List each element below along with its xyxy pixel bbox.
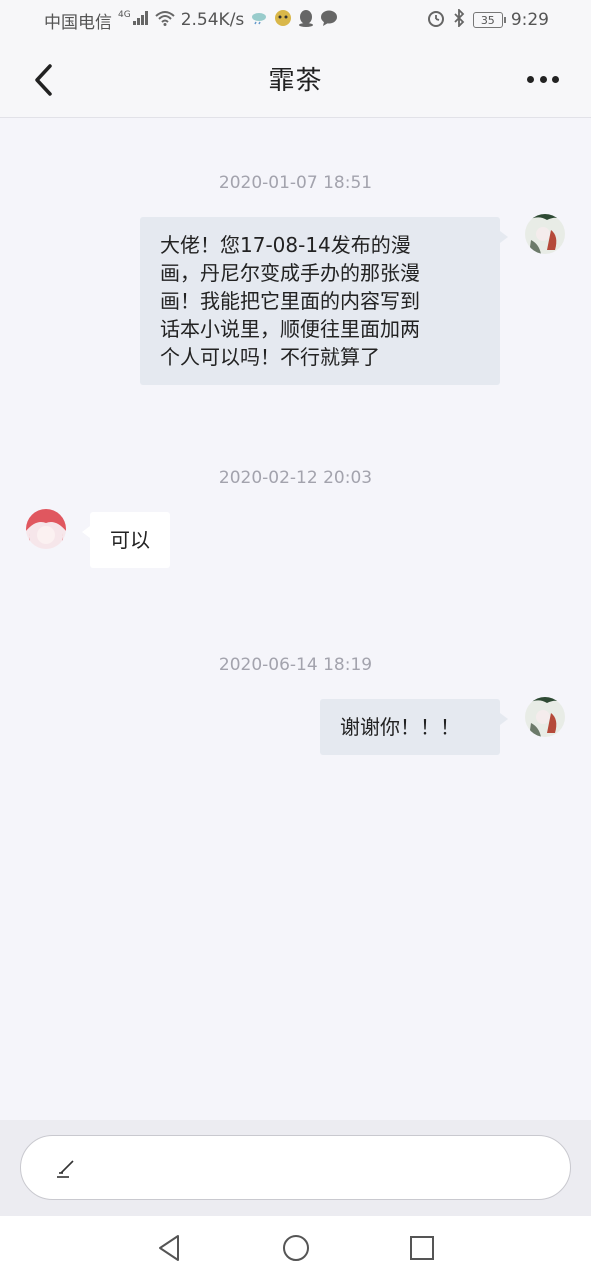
more-dot [552, 75, 559, 83]
weather-icon [250, 11, 268, 29]
battery-level: 35 [480, 13, 495, 27]
avatar-self[interactable] [525, 697, 565, 737]
system-back-button[interactable] [152, 1230, 188, 1266]
avatar-image [525, 214, 565, 254]
message-line: 画！我能把它里面的内容写到 [160, 289, 420, 313]
chat-screen: 中国电信 4G 2.54K/s 35 9:29 霏茶 2020-01-07 18… [0, 0, 591, 1280]
app-icon [274, 9, 292, 32]
bluetooth-icon [453, 7, 465, 32]
carrier-label: 中国电信 [44, 12, 112, 33]
avatar-self[interactable] [525, 214, 565, 254]
square-recent-icon [409, 1236, 434, 1260]
avatar-contact[interactable] [26, 509, 66, 549]
message-bubble-incoming[interactable]: 可以 [82, 512, 170, 568]
message-timestamp: 2020-01-07 18:51 [218, 173, 373, 193]
network-type-label: 4G [118, 10, 131, 20]
avatar-image [525, 697, 565, 737]
message-line: 谢谢你！！！ [340, 715, 460, 739]
system-home-button[interactable] [278, 1230, 314, 1266]
message-timestamp: 2020-02-12 20:03 [218, 468, 373, 488]
more-button[interactable] [527, 68, 559, 90]
avatar-image [26, 509, 66, 549]
status-left: 中国电信 4G 2.54K/s [44, 8, 338, 33]
message-icon [320, 10, 338, 31]
chevron-left-icon [35, 64, 52, 96]
input-bar [0, 1120, 591, 1216]
circle-home-icon [282, 1235, 309, 1261]
nav-header: 霏茶 [0, 40, 591, 118]
qq-icon [298, 9, 314, 32]
message-line: 画，丹尼尔变成手办的那张漫 [160, 261, 420, 285]
message-line: 话本小说里，顺便往里面加两 [160, 317, 420, 341]
triangle-back-icon [158, 1235, 179, 1261]
message-bubble-outgoing[interactable]: 大佬！您17-08-14发布的漫 画，丹尼尔变成手办的那张漫 画！我能把它里面的… [140, 217, 508, 385]
clock-time: 9:29 [510, 10, 549, 30]
message-line: 可以 [110, 528, 150, 552]
more-dots-icon [527, 75, 534, 83]
message-bubble-outgoing[interactable]: 谢谢你！！！ [320, 699, 508, 755]
network-speed: 2.54K/s [180, 10, 245, 30]
back-button[interactable] [30, 62, 60, 98]
alarm-icon [427, 9, 445, 32]
chat-area[interactable]: 2020-01-07 18:51 大佬！您17-08-14发布的漫 画，丹尼尔变… [0, 119, 591, 1120]
status-bar: 中国电信 4G 2.54K/s 35 9:29 [0, 0, 591, 40]
signal-icon [132, 10, 149, 30]
message-line: 大佬！您17-08-14发布的漫 [160, 233, 411, 257]
battery-icon: 35 [472, 12, 506, 28]
message-line: 个人可以吗！不行就算了 [160, 345, 380, 369]
system-nav-bar [0, 1216, 591, 1280]
message-input[interactable] [20, 1135, 571, 1200]
status-right: 35 9:29 [427, 7, 549, 32]
pen-icon [57, 1159, 74, 1178]
wifi-icon [155, 10, 175, 31]
more-dot [539, 75, 547, 83]
chat-title: 霏茶 [268, 66, 323, 96]
system-recent-button[interactable] [404, 1230, 440, 1266]
message-timestamp: 2020-06-14 18:19 [218, 655, 373, 675]
